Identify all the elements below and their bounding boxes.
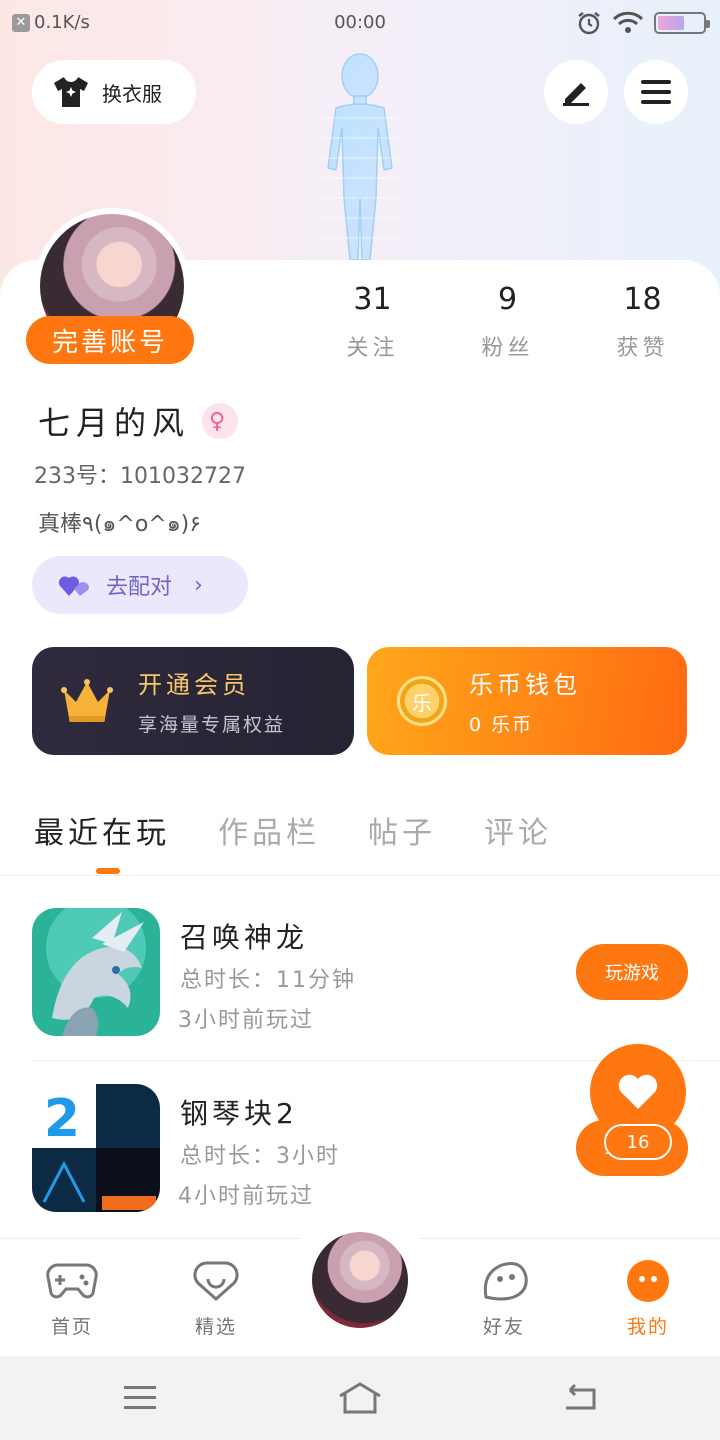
tshirt-icon [54, 77, 88, 107]
user-bio: 真棒٩(๑^o^๑)۶ [38, 512, 202, 537]
wallet-balance: 0 乐币 [469, 714, 534, 736]
stat-following-label: 关注 [346, 336, 399, 361]
stat-following-count: 31 [353, 282, 392, 317]
heart-icon [618, 1074, 658, 1109]
piano-tiles-game-icon: 2 [32, 1084, 160, 1212]
nav-friends[interactable]: 好友 [464, 1259, 544, 1339]
stat-likes-label: 获赞 [616, 336, 669, 361]
content-tabs: 最近在玩 作品栏 帖子 评论 [34, 808, 552, 852]
nav-friends-label: 好友 [482, 1316, 525, 1338]
nav-featured[interactable]: 精选 [176, 1259, 256, 1339]
wallet-title: 乐币钱包 [469, 671, 581, 699]
nav-home-label: 首页 [50, 1316, 93, 1338]
stat-fans-label: 粉丝 [481, 336, 534, 361]
wifi-icon [612, 11, 644, 33]
nav-me[interactable]: 我的 [608, 1259, 688, 1339]
double-heart-icon [58, 576, 89, 596]
recent-apps-icon[interactable] [120, 1380, 160, 1416]
system-navigation-bar [0, 1356, 720, 1440]
match-button[interactable]: 去配对 › [32, 556, 248, 614]
change-outfit-label: 换衣服 [102, 81, 162, 106]
my-face-icon [627, 1260, 669, 1302]
vip-subtitle: 享海量专属权益 [138, 714, 286, 736]
edit-profile-button[interactable] [544, 60, 608, 124]
tab-works[interactable]: 作品栏 [218, 808, 320, 852]
user-name-row: 七月的风 ♀ [38, 398, 239, 444]
tabs-divider [0, 875, 720, 876]
match-label: 去配对 [106, 575, 173, 600]
hologram-character-figure[interactable] [300, 48, 420, 263]
game-duration: 总时长：3小时 [180, 1144, 340, 1169]
hamburger-menu-icon [641, 80, 671, 104]
status-bar: ✕ 0.1K/s 00:00 [0, 0, 720, 46]
battery-icon [654, 12, 710, 34]
stat-likes[interactable]: 18 获赞 [575, 282, 710, 362]
nav-center-avatar-button[interactable] [308, 1228, 412, 1332]
nav-me-label: 我的 [626, 1316, 669, 1338]
user-id[interactable]: 233号：101032727 [34, 458, 246, 490]
nav-home[interactable]: 首页 [32, 1259, 112, 1339]
play-game-button[interactable]: 玩游戏 [576, 944, 688, 1000]
complete-account-button[interactable]: 完善账号 [26, 316, 194, 364]
game-duration: 总时长：11分钟 [180, 968, 356, 993]
tab-recently-played[interactable]: 最近在玩 [34, 808, 170, 852]
chevron-right-icon: › [194, 572, 203, 598]
pen-icon [563, 83, 589, 106]
home-icon[interactable] [336, 1380, 384, 1416]
female-gender-icon: ♀ [202, 403, 239, 439]
user-name: 七月的风 [38, 404, 191, 442]
menu-button[interactable] [624, 60, 688, 124]
crown-icon [61, 679, 113, 722]
active-tab-indicator [96, 868, 120, 874]
stat-fans[interactable]: 9 粉丝 [440, 282, 575, 362]
vip-membership-card[interactable]: 开通会员 享海量专属权益 [32, 647, 354, 755]
alarm-icon [578, 12, 600, 35]
back-icon[interactable] [560, 1380, 600, 1416]
game-name: 钢琴块2 [180, 1097, 298, 1130]
gamepad-icon [46, 1263, 98, 1299]
like-count-badge: 16 [604, 1124, 672, 1160]
nav-featured-label: 精选 [194, 1316, 237, 1338]
tab-comments[interactable]: 评论 [484, 808, 552, 852]
game-last-played: 3小时前玩过 [178, 1008, 314, 1033]
change-outfit-button[interactable]: 换衣服 [32, 60, 196, 124]
coin-wallet-card[interactable]: 乐 乐币钱包 0 乐币 [367, 647, 687, 755]
vip-title: 开通会员 [138, 671, 250, 699]
friend-face-icon [483, 1262, 528, 1301]
stat-following[interactable]: 31 关注 [305, 282, 440, 362]
game-name: 召唤神龙 [180, 921, 309, 954]
tab-posts[interactable]: 帖子 [368, 808, 436, 852]
stat-likes-count: 18 [623, 282, 662, 317]
stat-fans-count: 9 [497, 282, 518, 317]
dragon-game-icon [32, 908, 160, 1036]
svg-text:2: 2 [44, 1089, 80, 1149]
list-item[interactable]: 召唤神龙 总时长：11分钟 3小时前玩过 玩游戏 [32, 908, 720, 1038]
heart-chat-icon [193, 1261, 239, 1302]
game-last-played: 4小时前玩过 [178, 1184, 314, 1209]
coin-icon: 乐 [397, 676, 447, 726]
profile-stats: 31 关注 9 粉丝 18 获赞 [305, 282, 710, 362]
